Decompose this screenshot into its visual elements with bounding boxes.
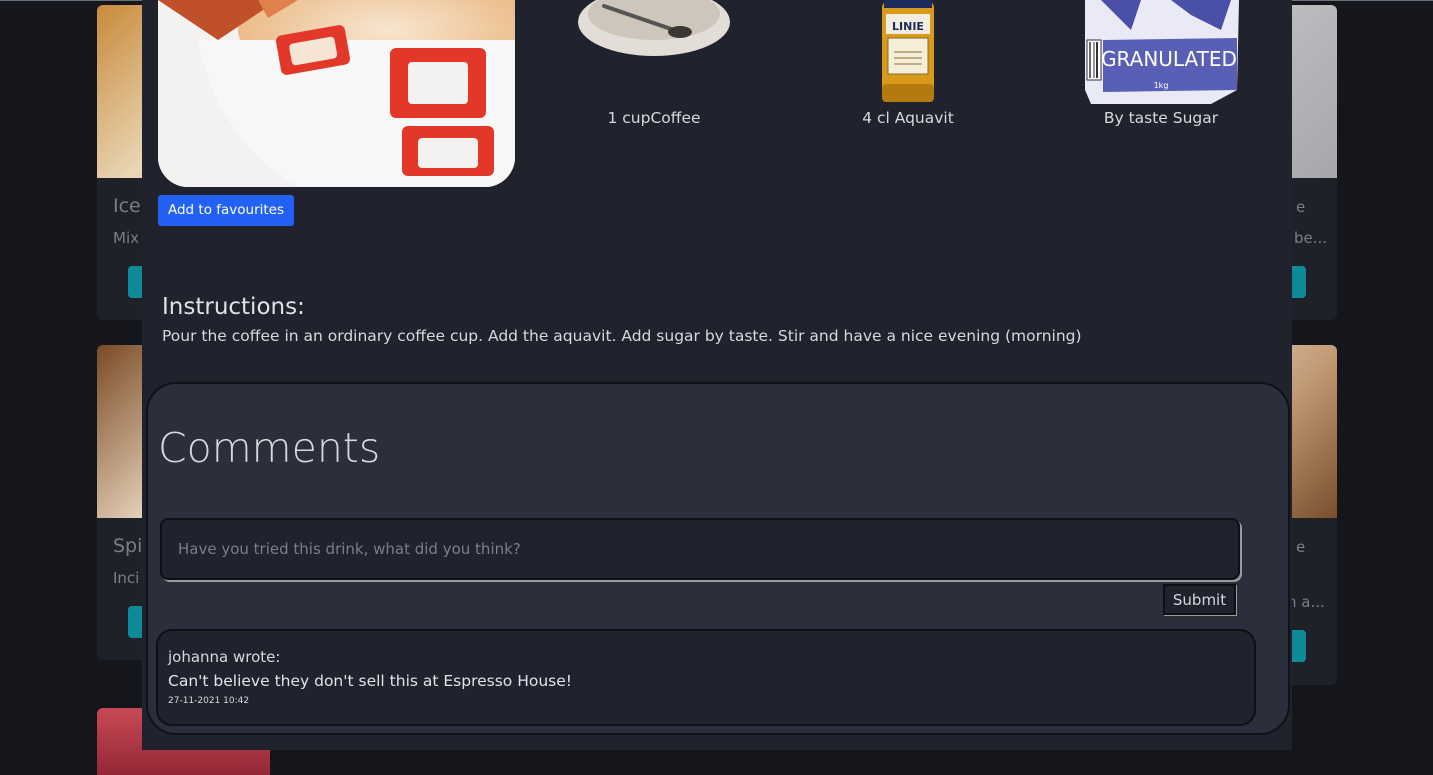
drink-card-title: Spi	[113, 535, 143, 557]
ingredient-item-aquavit: LINIE 4 cl Aquavit	[808, 0, 1008, 127]
submit-comment-button[interactable]: Submit	[1163, 584, 1236, 615]
drink-main-image	[158, 0, 515, 187]
comment-input[interactable]	[160, 518, 1240, 580]
drink-card-description: Mix	[113, 229, 139, 247]
ingredient-label: 1 cupCoffee	[607, 109, 701, 127]
drink-card-description: n a...	[1287, 593, 1325, 611]
comment-text: Can't believe they don't sell this at Es…	[168, 672, 573, 690]
ingredient-item-coffee: 1 cupCoffee	[554, 0, 754, 127]
instructions-heading: Instructions:	[162, 294, 305, 320]
comment-author: johanna wrote:	[168, 648, 281, 666]
drink-card-title: e	[1296, 198, 1306, 216]
drink-card-description: be...	[1294, 229, 1328, 247]
sugar-bag-weight: 1kg	[1154, 81, 1169, 90]
ingredient-item-sugar: GRANULATED 1kg By taste Sugar	[1061, 0, 1261, 127]
add-to-favourites-button[interactable]: Add to favourites	[158, 195, 294, 226]
sugar-bag-text: GRANULATED	[1101, 47, 1237, 71]
coffee-pour-illustration	[158, 0, 515, 187]
ingredient-label: By taste Sugar	[1103, 109, 1219, 127]
sugar-bag-icon: GRANULATED 1kg	[1061, 0, 1261, 105]
coffee-cup-icon	[554, 0, 754, 105]
aquavit-label-text: LINIE	[892, 20, 924, 33]
comments-heading: Comments	[158, 424, 381, 472]
aquavit-bottle-icon: LINIE	[808, 0, 1008, 105]
comment-item: johanna wrote: Can't believe they don't …	[156, 629, 1256, 726]
drink-card-title: Ice	[113, 195, 141, 217]
drink-card-title: e	[1296, 538, 1306, 556]
comments-section: Comments Submit johanna wrote: Can't bel…	[146, 382, 1290, 735]
drink-card-description: Inci	[113, 569, 140, 587]
comment-date: 27-11-2021 10:42	[168, 696, 250, 706]
instructions-text: Pour the coffee in an ordinary coffee cu…	[162, 327, 1082, 345]
drink-detail-modal: Add to favourites 1 cupCoffee LINIE 4 cl…	[142, 0, 1292, 750]
ingredient-label: 4 cl Aquavit	[862, 109, 954, 127]
